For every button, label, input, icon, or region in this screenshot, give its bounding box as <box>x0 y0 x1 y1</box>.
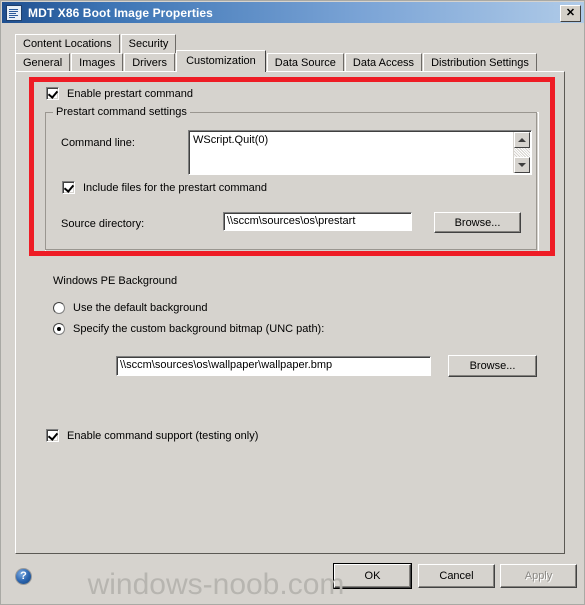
tab-panel-customization: Enable prestart command Prestart command… <box>15 71 565 554</box>
source-directory-input[interactable]: \\sccm\sources\os\prestart <box>223 212 412 231</box>
include-files-checkbox[interactable]: Include files for the prestart command <box>62 181 267 194</box>
command-line-scrollbar[interactable] <box>513 132 530 173</box>
tab-customization[interactable]: Customization <box>176 50 266 72</box>
background-bitmap-input[interactable]: \\sccm\sources\os\wallpaper\wallpaper.bm… <box>116 356 431 376</box>
enable-command-support-label: Enable command support (testing only) <box>67 429 259 442</box>
use-default-background-radio[interactable]: Use the default background <box>53 302 208 314</box>
tab-data-access[interactable]: Data Access <box>344 53 423 72</box>
apply-button: Apply <box>500 564 577 588</box>
background-bitmap-browse-button[interactable]: Browse... <box>448 355 537 377</box>
tab-row-top: Content Locations Security <box>15 34 177 53</box>
enable-prestart-command-checkbox[interactable]: Enable prestart command <box>46 87 193 100</box>
radio-icon <box>53 323 65 335</box>
title-bar: MDT X86 Boot Image Properties ✕ <box>2 2 584 23</box>
command-line-label: Command line: <box>61 137 135 149</box>
properties-dialog: MDT X86 Boot Image Properties ✕ Content … <box>0 0 585 605</box>
help-icon[interactable]: ? <box>15 568 32 585</box>
cancel-button[interactable]: Cancel <box>418 564 495 588</box>
enable-prestart-command-label: Enable prestart command <box>67 87 193 100</box>
tab-data-source[interactable]: Data Source <box>266 53 344 72</box>
ok-button[interactable]: OK <box>333 563 412 589</box>
scroll-down-icon[interactable] <box>514 157 530 173</box>
command-line-textarea[interactable]: WScript.Quit(0) <box>188 130 532 175</box>
scroll-up-icon[interactable] <box>514 132 530 148</box>
source-directory-label: Source directory: <box>61 218 145 230</box>
tab-general[interactable]: General <box>15 53 71 72</box>
window-title: MDT X86 Boot Image Properties <box>28 5 213 20</box>
checkbox-icon <box>62 181 75 194</box>
radio-icon <box>53 302 65 314</box>
tab-images[interactable]: Images <box>71 53 124 72</box>
specify-custom-bitmap-label: Specify the custom background bitmap (UN… <box>73 323 325 335</box>
tab-security[interactable]: Security <box>120 34 177 53</box>
command-line-value: WScript.Quit(0) <box>193 134 269 146</box>
checkbox-icon <box>46 429 59 442</box>
winpe-background-heading: Windows PE Background <box>53 275 178 287</box>
tab-strip: Content Locations Security General Image… <box>15 34 565 72</box>
enable-command-support-checkbox[interactable]: Enable command support (testing only) <box>46 429 258 442</box>
tab-content-locations[interactable]: Content Locations <box>15 34 120 53</box>
include-files-label: Include files for the prestart command <box>83 181 268 194</box>
tab-distribution-settings[interactable]: Distribution Settings <box>423 53 537 72</box>
close-icon[interactable]: ✕ <box>560 5 581 22</box>
prestart-command-settings-legend: Prestart command settings <box>53 106 190 118</box>
use-default-background-label: Use the default background <box>73 302 208 314</box>
properties-document-icon <box>6 4 22 21</box>
specify-custom-bitmap-radio[interactable]: Specify the custom background bitmap (UN… <box>53 323 324 335</box>
tab-row-bottom: General Images Drivers Customization Dat… <box>15 50 538 72</box>
tab-drivers[interactable]: Drivers <box>124 53 176 72</box>
checkbox-icon <box>46 87 59 100</box>
source-directory-browse-button[interactable]: Browse... <box>434 212 521 233</box>
